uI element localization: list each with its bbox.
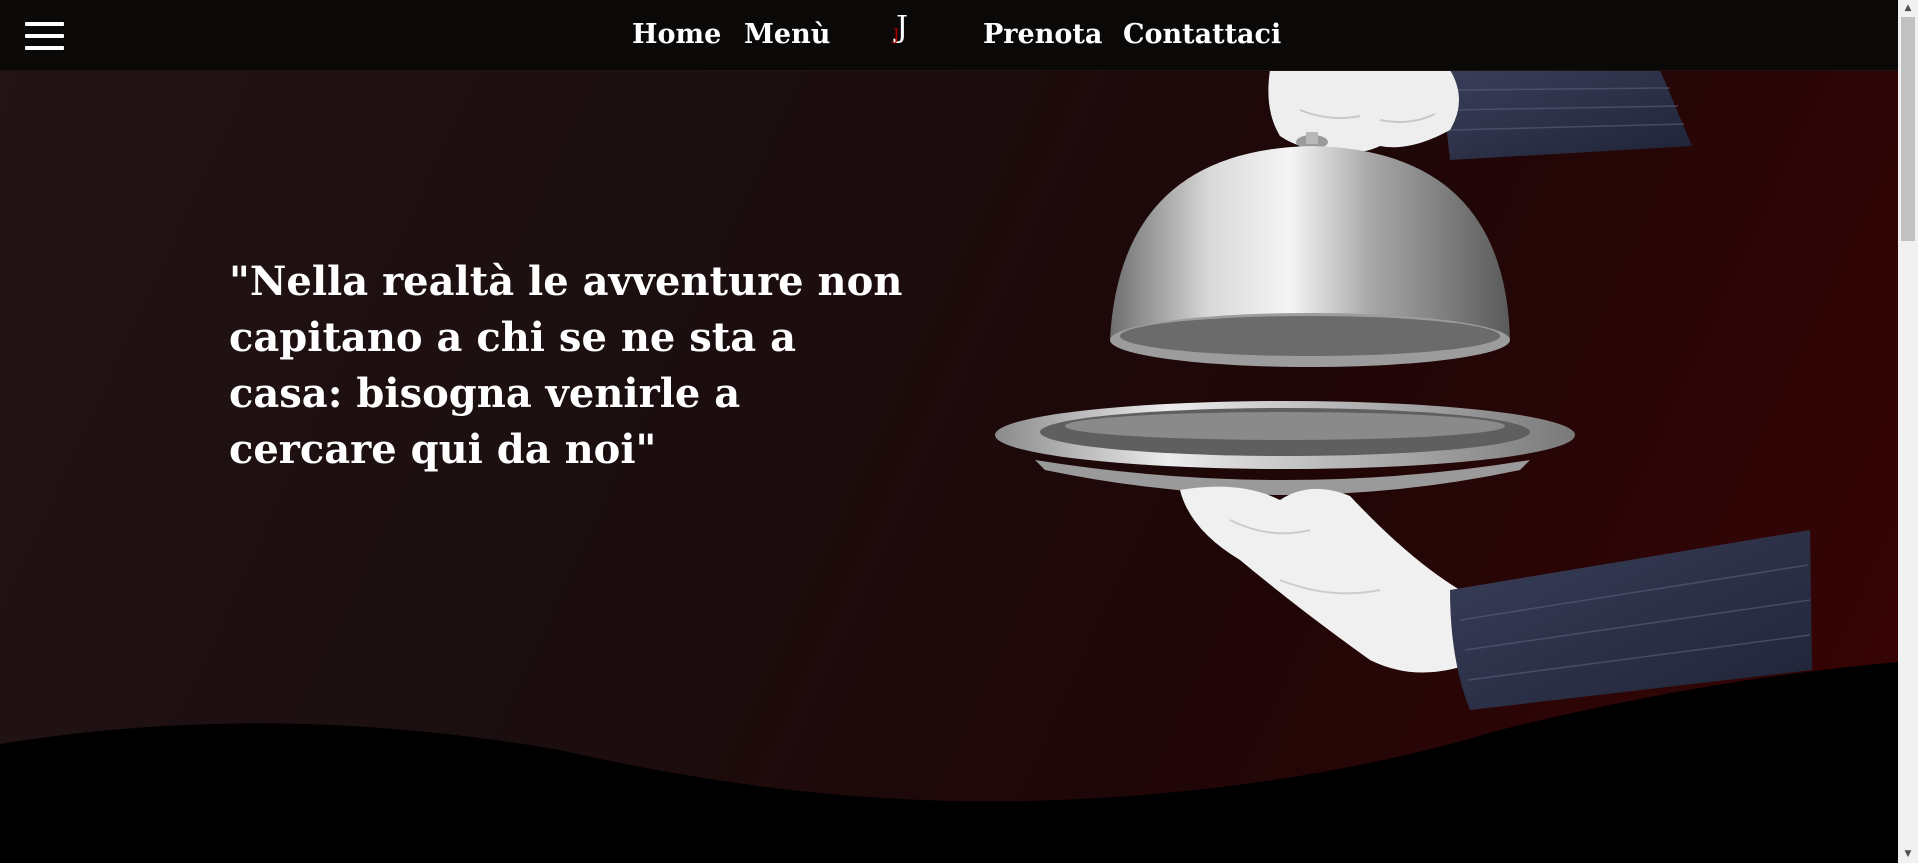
hero-quote: "Nella realtà le avventure non capitano … (229, 258, 903, 473)
nav-link-menu[interactable]: Menù (744, 17, 830, 53)
scroll-up-icon[interactable]: ▲ (1898, 0, 1918, 17)
nav-link-home[interactable]: Home (632, 17, 721, 53)
hamburger-menu-icon[interactable] (25, 22, 64, 50)
hamburger-bar (25, 22, 64, 26)
page-viewport: Home Menù J J Prenota Contattaci "Nella … (0, 0, 1898, 863)
scrollbar-thumb[interactable] (1901, 17, 1915, 241)
waiter-cloche-icon (995, 70, 1812, 710)
nav-link-contattaci[interactable]: Contattaci (1123, 17, 1281, 53)
logo-accent-letter: J (893, 25, 900, 44)
nav-link-prenota[interactable]: Prenota (983, 17, 1102, 53)
hamburger-bar (25, 34, 64, 38)
top-navbar: Home Menù J J Prenota Contattaci (0, 0, 1898, 71)
logo[interactable]: J J (890, 10, 918, 52)
scroll-down-icon[interactable]: ▼ (1898, 846, 1918, 863)
bottom-wave-divider (0, 662, 1898, 863)
hamburger-bar (25, 46, 64, 50)
vertical-scrollbar[interactable]: ▲ ▼ (1898, 0, 1918, 863)
